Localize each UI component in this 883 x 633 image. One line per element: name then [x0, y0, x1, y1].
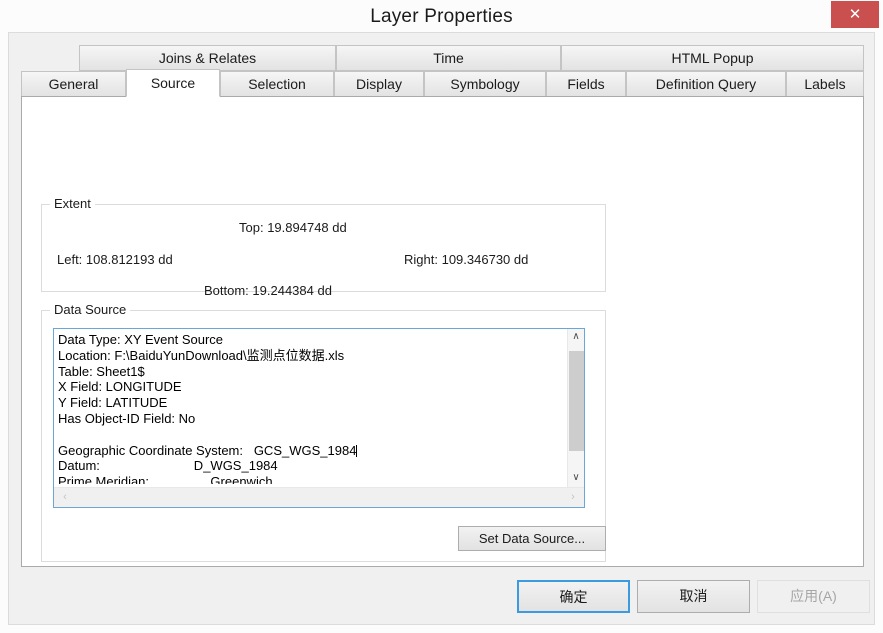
- tab-row-top: Joins & Relates Time HTML Popup: [21, 45, 864, 71]
- scroll-left-icon[interactable]: ‹: [56, 488, 74, 507]
- extent-left-label: Left:: [57, 252, 83, 267]
- data-source-line: Table: Sheet1$: [58, 363, 145, 379]
- data-source-textbox[interactable]: Data Type: XY Event Source Location: F:\B…: [53, 328, 585, 508]
- tab-display[interactable]: Display: [334, 71, 424, 97]
- cancel-button[interactable]: 取消: [637, 580, 750, 613]
- tab-row-bottom: General Source Selection Display Symbology Fi…: [21, 69, 864, 97]
- extent-groupbox: Extent Top: 19.894748 dd Left: 108.81219…: [41, 196, 606, 298]
- data-source-groupbox: Data Source Data Type: XY Event Source Lo…: [41, 302, 606, 562]
- tab-general[interactable]: General: [21, 71, 126, 97]
- dialog-button-bar: 确定 取消 应用(A): [9, 566, 876, 624]
- scroll-right-icon[interactable]: ›: [564, 488, 582, 507]
- data-source-line: Prime Meridian: Greenwich: [58, 474, 273, 484]
- data-source-line: Y Field: LATITUDE: [58, 395, 168, 411]
- layer-properties-window: Layer Properties ✕ Joins & Relates Time HT…: [0, 0, 883, 633]
- close-button[interactable]: ✕: [831, 1, 879, 28]
- data-source-horizontal-scrollbar[interactable]: ‹ ›: [54, 487, 584, 507]
- data-source-line: Data Type: XY Event Source: [58, 332, 224, 347]
- data-source-line: Location: F:\BaiduYunDownload\监测点位数据.xls: [58, 347, 345, 363]
- extent-top-value: 19.894748 dd: [267, 220, 347, 235]
- scroll-up-icon[interactable]: ∧: [568, 329, 584, 346]
- tab-html-popup[interactable]: HTML Popup: [561, 45, 864, 71]
- tab-symbology[interactable]: Symbology: [424, 71, 546, 97]
- data-source-line: Has Object-ID Field: No: [58, 410, 196, 426]
- extent-left-value: 108.812193 dd: [85, 252, 173, 267]
- dialog-body: Joins & Relates Time HTML Popup General Sou…: [8, 32, 875, 625]
- extent-group-label: Extent: [50, 196, 95, 211]
- data-source-text: Data Type: XY Event Source Location: F:\B…: [58, 332, 553, 484]
- data-source-vertical-scrollbar[interactable]: ∧ ∨: [567, 329, 584, 487]
- extent-bottom: Bottom: 19.244384 dd: [204, 283, 332, 298]
- extent-top: Top: 19.894748 dd: [239, 220, 347, 235]
- vertical-scrollbar-thumb[interactable]: [569, 351, 584, 451]
- tab-selection[interactable]: Selection: [220, 71, 334, 97]
- set-data-source-button[interactable]: Set Data Source...: [458, 526, 606, 551]
- data-source-line: [58, 427, 553, 443]
- ok-button[interactable]: 确定: [517, 580, 630, 613]
- tab-control: Joins & Relates Time HTML Popup General Sou…: [21, 45, 864, 567]
- window-title: Layer Properties: [370, 6, 513, 27]
- extent-top-label: Top:: [239, 220, 264, 235]
- tab-time[interactable]: Time: [336, 45, 561, 71]
- data-source-line: X Field: LONGITUDE: [58, 379, 182, 395]
- scroll-down-icon[interactable]: ∨: [568, 470, 584, 487]
- tab-definition-query[interactable]: Definition Query: [626, 71, 786, 97]
- extent-bottom-value: 19.244384 dd: [252, 283, 332, 298]
- tab-joins-relates[interactable]: Joins & Relates: [79, 45, 336, 71]
- data-source-group-label: Data Source: [50, 302, 131, 317]
- data-source-line: Geographic Coordinate System: GCS_WGS_19…: [58, 442, 358, 458]
- extent-bottom-label: Bottom:: [204, 283, 249, 298]
- extent-right-value: 109.346730 dd: [441, 252, 529, 267]
- tab-fields[interactable]: Fields: [546, 71, 626, 97]
- extent-right: Right: 109.346730 dd: [404, 252, 528, 267]
- tab-page-source: Extent Top: 19.894748 dd Left: 108.81219…: [21, 96, 864, 567]
- data-source-line: Datum: D_WGS_1984: [58, 458, 278, 474]
- tab-labels[interactable]: Labels: [786, 71, 864, 97]
- extent-left: Left: 108.812193 dd: [57, 252, 173, 267]
- extent-right-label: Right:: [404, 252, 438, 267]
- tab-source[interactable]: Source: [126, 69, 220, 97]
- apply-button[interactable]: 应用(A): [757, 580, 870, 613]
- text-caret: [356, 444, 358, 457]
- close-icon: ✕: [848, 6, 862, 23]
